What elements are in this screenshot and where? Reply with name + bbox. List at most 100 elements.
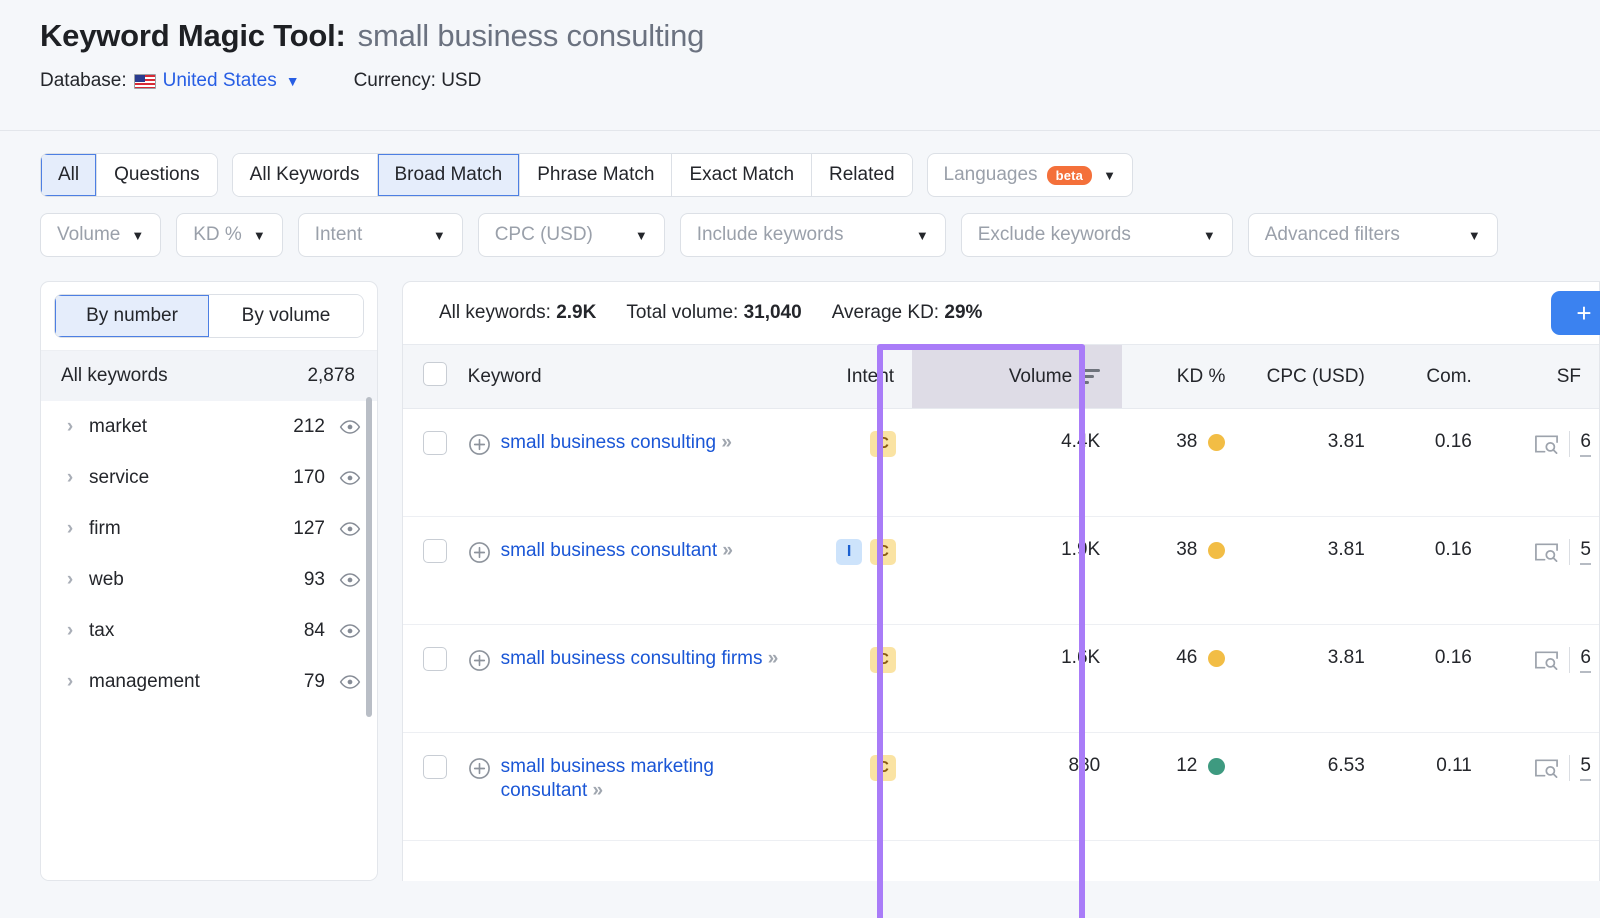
serp-preview-icon[interactable]	[1534, 541, 1559, 563]
cpc-cell: 3.81	[1241, 516, 1383, 625]
serp-preview-icon[interactable]	[1534, 433, 1559, 455]
add-to-list-button[interactable]: +	[1551, 291, 1600, 335]
table-row[interactable]: small business consultant » I C 1.9K 38 3.81 0…	[403, 516, 1599, 625]
expand-keyword-icon[interactable]: »	[768, 648, 779, 669]
tab-all[interactable]: All	[41, 154, 98, 196]
table-summary-bar: All keywords: 2.9K Total volume: 31,040 …	[403, 282, 1600, 344]
row-checkbox[interactable]	[423, 431, 448, 455]
average-kd-value: 29%	[944, 302, 983, 323]
toggle-by-number[interactable]: By number	[55, 295, 209, 337]
intent-cell: C	[800, 732, 913, 841]
sf-value[interactable]: 5	[1580, 539, 1591, 565]
sidebar-sort-toggle: By number By volume	[41, 282, 377, 350]
tab-broad-match[interactable]: Broad Match	[377, 154, 521, 196]
sf-value[interactable]: 6	[1580, 647, 1591, 673]
keyword-link[interactable]: small business consultant »	[501, 539, 733, 563]
sf-value[interactable]: 6	[1580, 431, 1591, 457]
column-header-com[interactable]: Com.	[1382, 344, 1488, 409]
kd-filter[interactable]: KD % ▼	[176, 213, 283, 257]
tab-related[interactable]: Related	[812, 154, 912, 196]
eye-icon[interactable]	[339, 518, 361, 540]
keyword-link[interactable]: small business consulting »	[501, 431, 732, 455]
include-keywords-filter[interactable]: Include keywords ▼	[679, 213, 946, 257]
sidebar-item-tax[interactable]: › tax 84	[41, 605, 377, 656]
chevron-right-icon[interactable]: ›	[57, 569, 83, 591]
column-header-cpc[interactable]: CPC (USD)	[1241, 344, 1383, 409]
database-selector[interactable]: Database: United States ▼	[40, 70, 300, 92]
sf-divider	[1569, 755, 1571, 781]
exclude-keywords-filter[interactable]: Exclude keywords ▼	[960, 213, 1233, 257]
eye-icon[interactable]	[339, 569, 361, 591]
intent-badge-c[interactable]: C	[870, 647, 897, 673]
intent-badge-c[interactable]: C	[870, 539, 897, 565]
eye-icon[interactable]	[339, 416, 361, 438]
row-checkbox[interactable]	[423, 539, 448, 563]
serp-preview-icon[interactable]	[1534, 649, 1559, 671]
filter-dropdowns-row: Volume ▼ KD % ▼ Intent ▼ CPC (USD) ▼ Inc…	[40, 213, 1600, 257]
sidebar-fade	[41, 854, 377, 880]
sidebar-item-all-keywords[interactable]: All keywords 2,878	[41, 350, 377, 401]
table-row[interactable]: small business marketing consultant » C 88…	[403, 732, 1599, 841]
row-select-cell	[403, 516, 468, 625]
keyword-groups-sidebar: By number By volume All keywords 2,878 ›…	[40, 281, 378, 881]
sidebar-item-firm[interactable]: › firm 127	[41, 503, 377, 554]
cpc-filter[interactable]: CPC (USD) ▼	[477, 213, 665, 257]
chevron-right-icon[interactable]: ›	[57, 620, 83, 642]
kd-filter-label: KD %	[193, 224, 242, 245]
column-header-intent[interactable]: Intent	[800, 344, 913, 409]
column-header-sf[interactable]: SF	[1487, 344, 1599, 409]
row-checkbox[interactable]	[423, 755, 448, 779]
add-keyword-icon[interactable]	[468, 433, 491, 456]
chevron-right-icon[interactable]: ›	[57, 416, 83, 438]
intent-badge-c[interactable]: C	[870, 431, 897, 457]
chevron-down-icon: ▼	[252, 227, 266, 243]
chevron-right-icon[interactable]: ›	[57, 518, 83, 540]
sort-descending-icon[interactable]	[1082, 369, 1101, 384]
advanced-filters[interactable]: Advanced filters ▼	[1247, 213, 1498, 257]
expand-keyword-icon[interactable]: »	[721, 432, 732, 453]
intent-filter[interactable]: Intent ▼	[297, 213, 463, 257]
tab-questions[interactable]: Questions	[97, 154, 217, 196]
sf-value[interactable]: 5	[1580, 755, 1591, 781]
select-all-checkbox[interactable]	[423, 361, 448, 386]
eye-icon[interactable]	[339, 467, 361, 489]
table-row[interactable]: small business consulting » C 4.4K 38 3.81 0.…	[403, 408, 1599, 517]
chevron-right-icon[interactable]: ›	[57, 671, 83, 693]
add-keyword-icon[interactable]	[468, 757, 491, 780]
column-header-volume[interactable]: Volume	[912, 344, 1123, 409]
kd-cell: 46	[1122, 624, 1242, 733]
tab-all-keywords[interactable]: All Keywords	[232, 154, 378, 196]
table-row[interactable]: small business consulting firms » C 1.6K 46…	[403, 624, 1599, 733]
expand-keyword-icon[interactable]: »	[593, 780, 604, 801]
sidebar-item-service[interactable]: › service 170	[41, 452, 377, 503]
row-checkbox[interactable]	[423, 647, 448, 671]
database-value[interactable]: United States	[163, 70, 277, 92]
add-keyword-icon[interactable]	[468, 649, 491, 672]
beta-badge: beta	[1046, 165, 1093, 185]
expand-keyword-icon[interactable]: »	[722, 540, 733, 561]
languages-dropdown[interactable]: Languages beta ▼	[926, 153, 1133, 197]
sidebar-item-web[interactable]: › web 93	[41, 554, 377, 605]
keyword-link[interactable]: small business marketing consultant »	[501, 755, 801, 804]
intent-badge-i[interactable]: I	[836, 539, 863, 565]
chevron-right-icon[interactable]: ›	[57, 467, 83, 489]
toggle-by-volume[interactable]: By volume	[209, 295, 363, 337]
keyword-link[interactable]: small business consulting firms »	[501, 647, 779, 671]
tab-exact-match[interactable]: Exact Match	[672, 154, 813, 196]
column-header-keyword[interactable]: Keyword	[467, 344, 801, 409]
column-header-kd[interactable]: KD %	[1122, 344, 1242, 409]
com-cell: 0.16	[1382, 408, 1488, 517]
eye-icon[interactable]	[339, 620, 361, 642]
currency-label: Currency: USD	[353, 70, 482, 91]
sidebar-scrollbar[interactable]	[366, 397, 372, 717]
serp-preview-icon[interactable]	[1534, 757, 1559, 779]
sidebar-group-count: 170	[293, 467, 325, 488]
sidebar-item-market[interactable]: › market 212	[41, 401, 377, 452]
tab-phrase-match[interactable]: Phrase Match	[520, 154, 673, 196]
volume-filter[interactable]: Volume ▼	[40, 213, 162, 257]
add-keyword-icon[interactable]	[468, 541, 491, 564]
filter-bar: All Questions All Keywords Broad Match P…	[0, 131, 1600, 257]
sidebar-item-management[interactable]: › management 79	[41, 656, 377, 707]
eye-icon[interactable]	[339, 671, 361, 693]
intent-badge-c[interactable]: C	[870, 755, 897, 781]
